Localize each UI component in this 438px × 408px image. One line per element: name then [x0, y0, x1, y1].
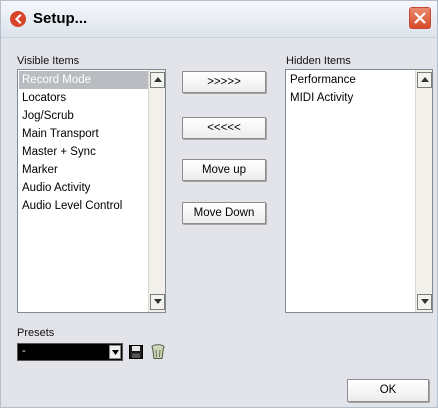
presets-label: Presets	[17, 327, 55, 339]
presets-dropdown[interactable]: -	[17, 343, 123, 361]
title-bar[interactable]: Setup...	[1, 1, 437, 38]
close-icon	[414, 12, 426, 24]
ok-button[interactable]: OK	[347, 379, 429, 402]
list-item[interactable]: Performance	[287, 71, 415, 89]
list-item[interactable]: Locators	[19, 89, 148, 107]
move-down-button[interactable]: Move Down	[182, 202, 266, 224]
visible-items-label: Visible Items	[17, 55, 80, 67]
list-item[interactable]: Marker	[19, 161, 148, 179]
hidden-items-list[interactable]: Performance MIDI Activity	[285, 69, 433, 313]
close-button[interactable]	[409, 7, 431, 29]
visible-items-scrollbar[interactable]	[148, 70, 165, 312]
visible-items-list[interactable]: Record Mode Locators Jog/Scrub Main Tran…	[17, 69, 166, 313]
hidden-items-label: Hidden Items	[286, 55, 351, 67]
hidden-items-scrollbar[interactable]	[415, 70, 432, 312]
save-disk-icon[interactable]	[129, 345, 143, 359]
scroll-down-button[interactable]	[417, 294, 432, 310]
window-title: Setup...	[33, 10, 88, 27]
list-item[interactable]: MIDI Activity	[287, 89, 415, 107]
scroll-down-arrow-icon	[154, 299, 162, 304]
move-up-button[interactable]: Move up	[182, 159, 266, 181]
dropdown-button[interactable]	[109, 345, 121, 359]
list-item[interactable]: Record Mode	[19, 71, 148, 89]
move-left-button[interactable]: <<<<<	[182, 117, 266, 139]
scroll-down-button[interactable]	[150, 294, 165, 310]
scroll-up-button[interactable]	[417, 72, 432, 88]
list-item[interactable]: Master + Sync	[19, 143, 148, 161]
list-item[interactable]: Audio Activity	[19, 179, 148, 197]
delete-trash-icon[interactable]	[151, 344, 165, 360]
presets-value: -	[22, 345, 26, 357]
dropdown-arrow-icon	[112, 350, 119, 355]
scroll-down-arrow-icon	[421, 299, 429, 304]
setup-dialog: Setup... Visible Items Record Mode Locat…	[0, 0, 438, 408]
move-right-button[interactable]: >>>>>	[182, 71, 266, 93]
list-item[interactable]: Jog/Scrub	[19, 107, 148, 125]
scroll-up-arrow-icon	[421, 77, 429, 82]
app-icon	[10, 11, 26, 27]
scroll-up-arrow-icon	[154, 77, 162, 82]
list-item[interactable]: Main Transport	[19, 125, 148, 143]
list-item[interactable]: Audio Level Control	[19, 197, 148, 215]
scroll-up-button[interactable]	[150, 72, 165, 88]
